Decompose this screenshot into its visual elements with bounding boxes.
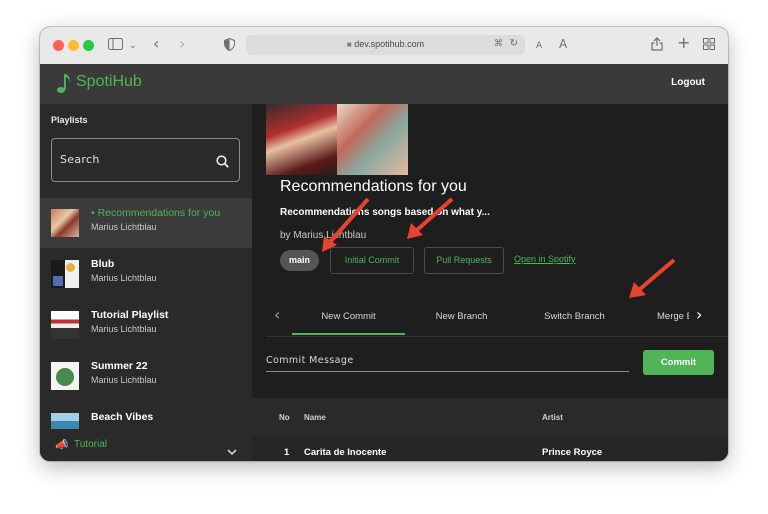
annotation-arrow-commit (407, 197, 454, 239)
annotation-arrow-branch (322, 197, 370, 252)
annotation-arrows (322, 197, 676, 298)
annotation-arrow-tabs (629, 258, 676, 298)
